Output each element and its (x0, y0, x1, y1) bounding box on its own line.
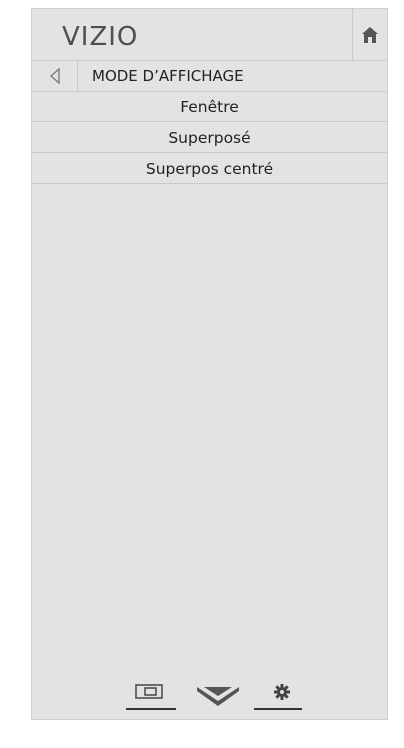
header: VIZIO (32, 9, 387, 61)
chevron-left-icon (49, 68, 60, 84)
menu-title-row: MODE D’AFFICHAGE (32, 61, 387, 92)
picture-mode-button[interactable] (126, 677, 176, 713)
menu-title: MODE D’AFFICHAGE (92, 67, 244, 85)
vizio-logo: VIZIO (62, 22, 139, 52)
option-superpos-centre[interactable]: Superpos centré (32, 154, 387, 184)
gear-icon (254, 684, 302, 710)
home-icon (362, 26, 378, 43)
footer-bar (32, 677, 387, 717)
back-button[interactable] (32, 61, 78, 91)
option-fenetre[interactable]: Fenêtre (32, 92, 387, 122)
settings-button[interactable] (254, 677, 302, 713)
menu-panel: VIZIO MODE D’AFFICHAGE Fenêtre Superposé… (31, 8, 388, 720)
option-superpose[interactable]: Superposé (32, 123, 387, 153)
picture-mode-icon (126, 684, 176, 710)
chevron-down-icon (197, 687, 239, 706)
collapse-button[interactable] (195, 683, 241, 709)
home-button[interactable] (352, 9, 387, 60)
